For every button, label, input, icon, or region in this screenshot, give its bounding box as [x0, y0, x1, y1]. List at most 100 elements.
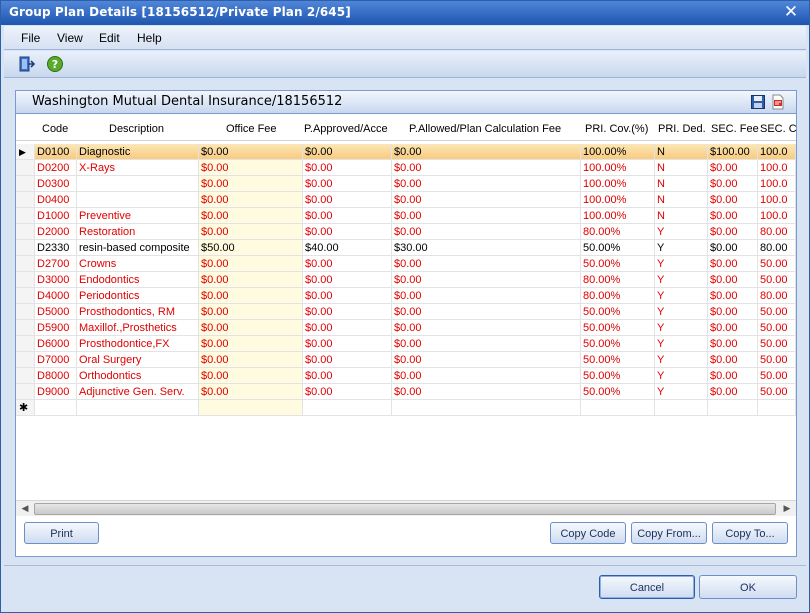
- cell-approved[interactable]: $0.00: [303, 208, 392, 224]
- cell-pri-cov[interactable]: 100.00%: [581, 192, 655, 208]
- cell-sec-fee[interactable]: $0.00: [708, 352, 758, 368]
- new-cell-approved[interactable]: [303, 400, 392, 416]
- cell-sec-fee[interactable]: $0.00: [708, 304, 758, 320]
- scroll-thumb[interactable]: [34, 503, 776, 515]
- cell-description[interactable]: Diagnostic: [77, 144, 199, 160]
- cell-allowed[interactable]: $0.00: [392, 160, 581, 176]
- cell-allowed[interactable]: $0.00: [392, 384, 581, 400]
- row-indicator[interactable]: [16, 208, 35, 224]
- print-button[interactable]: Print: [24, 522, 99, 544]
- new-cell-code[interactable]: [35, 400, 77, 416]
- row-indicator[interactable]: [16, 368, 35, 384]
- cell-approved[interactable]: $0.00: [303, 176, 392, 192]
- cell-pri-ded[interactable]: N: [655, 208, 708, 224]
- cell-allowed[interactable]: $0.00: [392, 144, 581, 160]
- cell-sec-fee[interactable]: $0.00: [708, 384, 758, 400]
- row-indicator[interactable]: [16, 272, 35, 288]
- cell-sec-fee[interactable]: $0.00: [708, 160, 758, 176]
- cell-sec-fee[interactable]: $0.00: [708, 272, 758, 288]
- cell-pri-ded[interactable]: Y: [655, 256, 708, 272]
- cell-office-fee[interactable]: $0.00: [199, 304, 303, 320]
- cell-sec-c[interactable]: 80.00: [758, 288, 796, 304]
- row-indicator[interactable]: [16, 224, 35, 240]
- table-row[interactable]: D1000 Preventive $0.00 $0.00 $0.00 100.00% N $0…: [16, 208, 796, 224]
- cell-sec-c[interactable]: 50.00: [758, 304, 796, 320]
- cell-sec-fee[interactable]: $0.00: [708, 368, 758, 384]
- cell-pri-cov[interactable]: 50.00%: [581, 368, 655, 384]
- cell-allowed[interactable]: $30.00: [392, 240, 581, 256]
- cell-description[interactable]: Endodontics: [77, 272, 199, 288]
- cell-approved[interactable]: $0.00: [303, 192, 392, 208]
- cell-code[interactable]: D1000: [35, 208, 77, 224]
- cell-office-fee[interactable]: $0.00: [199, 368, 303, 384]
- new-cell-pri-ded[interactable]: [655, 400, 708, 416]
- cell-sec-c[interactable]: 100.0: [758, 160, 796, 176]
- cell-code[interactable]: D0400: [35, 192, 77, 208]
- cell-office-fee[interactable]: $0.00: [199, 288, 303, 304]
- row-indicator[interactable]: [16, 320, 35, 336]
- cell-description[interactable]: Orthodontics: [77, 368, 199, 384]
- cell-allowed[interactable]: $0.00: [392, 208, 581, 224]
- cell-office-fee[interactable]: $0.00: [199, 224, 303, 240]
- menu-file[interactable]: File: [21, 31, 40, 45]
- copy-to-button[interactable]: Copy To...: [712, 522, 788, 544]
- cell-pri-cov[interactable]: 100.00%: [581, 144, 655, 160]
- cell-approved[interactable]: $0.00: [303, 144, 392, 160]
- cell-allowed[interactable]: $0.00: [392, 368, 581, 384]
- cell-allowed[interactable]: $0.00: [392, 192, 581, 208]
- cell-code[interactable]: D8000: [35, 368, 77, 384]
- cell-pri-ded[interactable]: N: [655, 192, 708, 208]
- cell-code[interactable]: D9000: [35, 384, 77, 400]
- cell-approved[interactable]: $0.00: [303, 320, 392, 336]
- cell-office-fee[interactable]: $0.00: [199, 272, 303, 288]
- table-row[interactable]: D7000 Oral Surgery $0.00 $0.00 $0.00 50.00% Y $…: [16, 352, 796, 368]
- cell-sec-c[interactable]: 100.0: [758, 176, 796, 192]
- cell-pri-ded[interactable]: N: [655, 144, 708, 160]
- new-cell-sec-fee[interactable]: [708, 400, 758, 416]
- row-indicator[interactable]: [16, 256, 35, 272]
- cell-description[interactable]: [77, 176, 199, 192]
- table-row[interactable]: D5000 Prosthodontics, RM $0.00 $0.00 $0.00 50…: [16, 304, 796, 320]
- cell-office-fee[interactable]: $0.00: [199, 320, 303, 336]
- table-row[interactable]: D8000 Orthodontics $0.00 $0.00 $0.00 50.00% Y $…: [16, 368, 796, 384]
- cell-pri-cov[interactable]: 50.00%: [581, 320, 655, 336]
- cell-allowed[interactable]: $0.00: [392, 256, 581, 272]
- cell-office-fee[interactable]: $0.00: [199, 336, 303, 352]
- close-icon[interactable]: ✕: [781, 2, 801, 22]
- cell-sec-c[interactable]: 50.00: [758, 368, 796, 384]
- new-cell-office-fee[interactable]: [199, 400, 303, 416]
- cell-code[interactable]: D0300: [35, 176, 77, 192]
- cell-approved[interactable]: $0.00: [303, 304, 392, 320]
- cell-approved[interactable]: $40.00: [303, 240, 392, 256]
- cell-description[interactable]: Maxillof.,Prosthetics: [77, 320, 199, 336]
- cell-allowed[interactable]: $0.00: [392, 224, 581, 240]
- cell-pri-ded[interactable]: Y: [655, 320, 708, 336]
- cell-office-fee[interactable]: $0.00: [199, 144, 303, 160]
- cell-pri-ded[interactable]: Y: [655, 368, 708, 384]
- cell-sec-fee[interactable]: $0.00: [708, 336, 758, 352]
- table-row[interactable]: D2000 Restoration $0.00 $0.00 $0.00 80.00% Y $0…: [16, 224, 796, 240]
- table-row[interactable]: D0300 $0.00 $0.00 $0.00 100.00% N $0.00 100.0: [16, 176, 796, 192]
- save-icon[interactable]: [750, 94, 766, 110]
- cell-office-fee[interactable]: $0.00: [199, 384, 303, 400]
- cell-description[interactable]: X-Rays: [77, 160, 199, 176]
- cell-pri-ded[interactable]: N: [655, 176, 708, 192]
- cell-sec-fee[interactable]: $0.00: [708, 256, 758, 272]
- cell-office-fee[interactable]: $0.00: [199, 208, 303, 224]
- cell-description[interactable]: Adjunctive Gen. Serv.: [77, 384, 199, 400]
- new-cell-pri-cov[interactable]: [581, 400, 655, 416]
- cell-code[interactable]: D2700: [35, 256, 77, 272]
- exit-icon[interactable]: [18, 55, 36, 73]
- cell-pri-ded[interactable]: Y: [655, 272, 708, 288]
- cell-sec-c[interactable]: 50.00: [758, 320, 796, 336]
- cell-approved[interactable]: $0.00: [303, 384, 392, 400]
- scroll-right-icon[interactable]: ▶: [780, 501, 794, 516]
- cell-description[interactable]: Prosthodontice,FX: [77, 336, 199, 352]
- new-cell-sec-c[interactable]: [758, 400, 796, 416]
- cell-sec-c[interactable]: 50.00: [758, 384, 796, 400]
- cell-approved[interactable]: $0.00: [303, 368, 392, 384]
- cell-allowed[interactable]: $0.00: [392, 352, 581, 368]
- cell-description[interactable]: Preventive: [77, 208, 199, 224]
- help-icon[interactable]: ?: [46, 55, 64, 73]
- cell-pri-ded[interactable]: Y: [655, 352, 708, 368]
